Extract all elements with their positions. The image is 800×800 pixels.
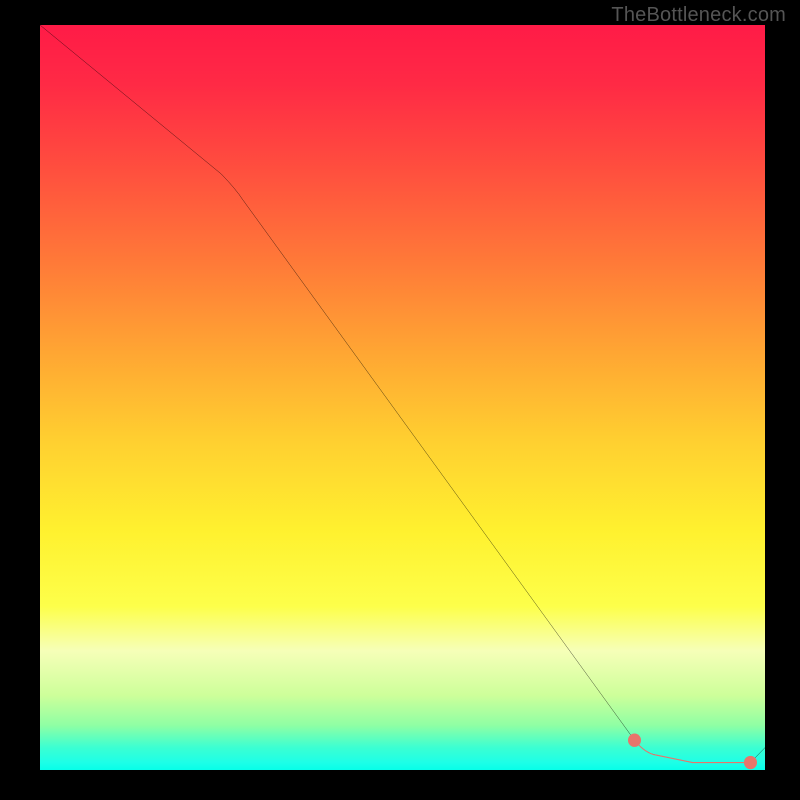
plot-area [40, 25, 765, 770]
highlight-segment [635, 740, 751, 762]
marker-range-end [744, 756, 757, 769]
watermark-text: TheBottleneck.com [611, 4, 786, 27]
chart-frame: TheBottleneck.com [0, 0, 800, 800]
curve-path [40, 25, 765, 763]
marker-range-start [628, 733, 641, 746]
chart-svg [40, 25, 765, 770]
